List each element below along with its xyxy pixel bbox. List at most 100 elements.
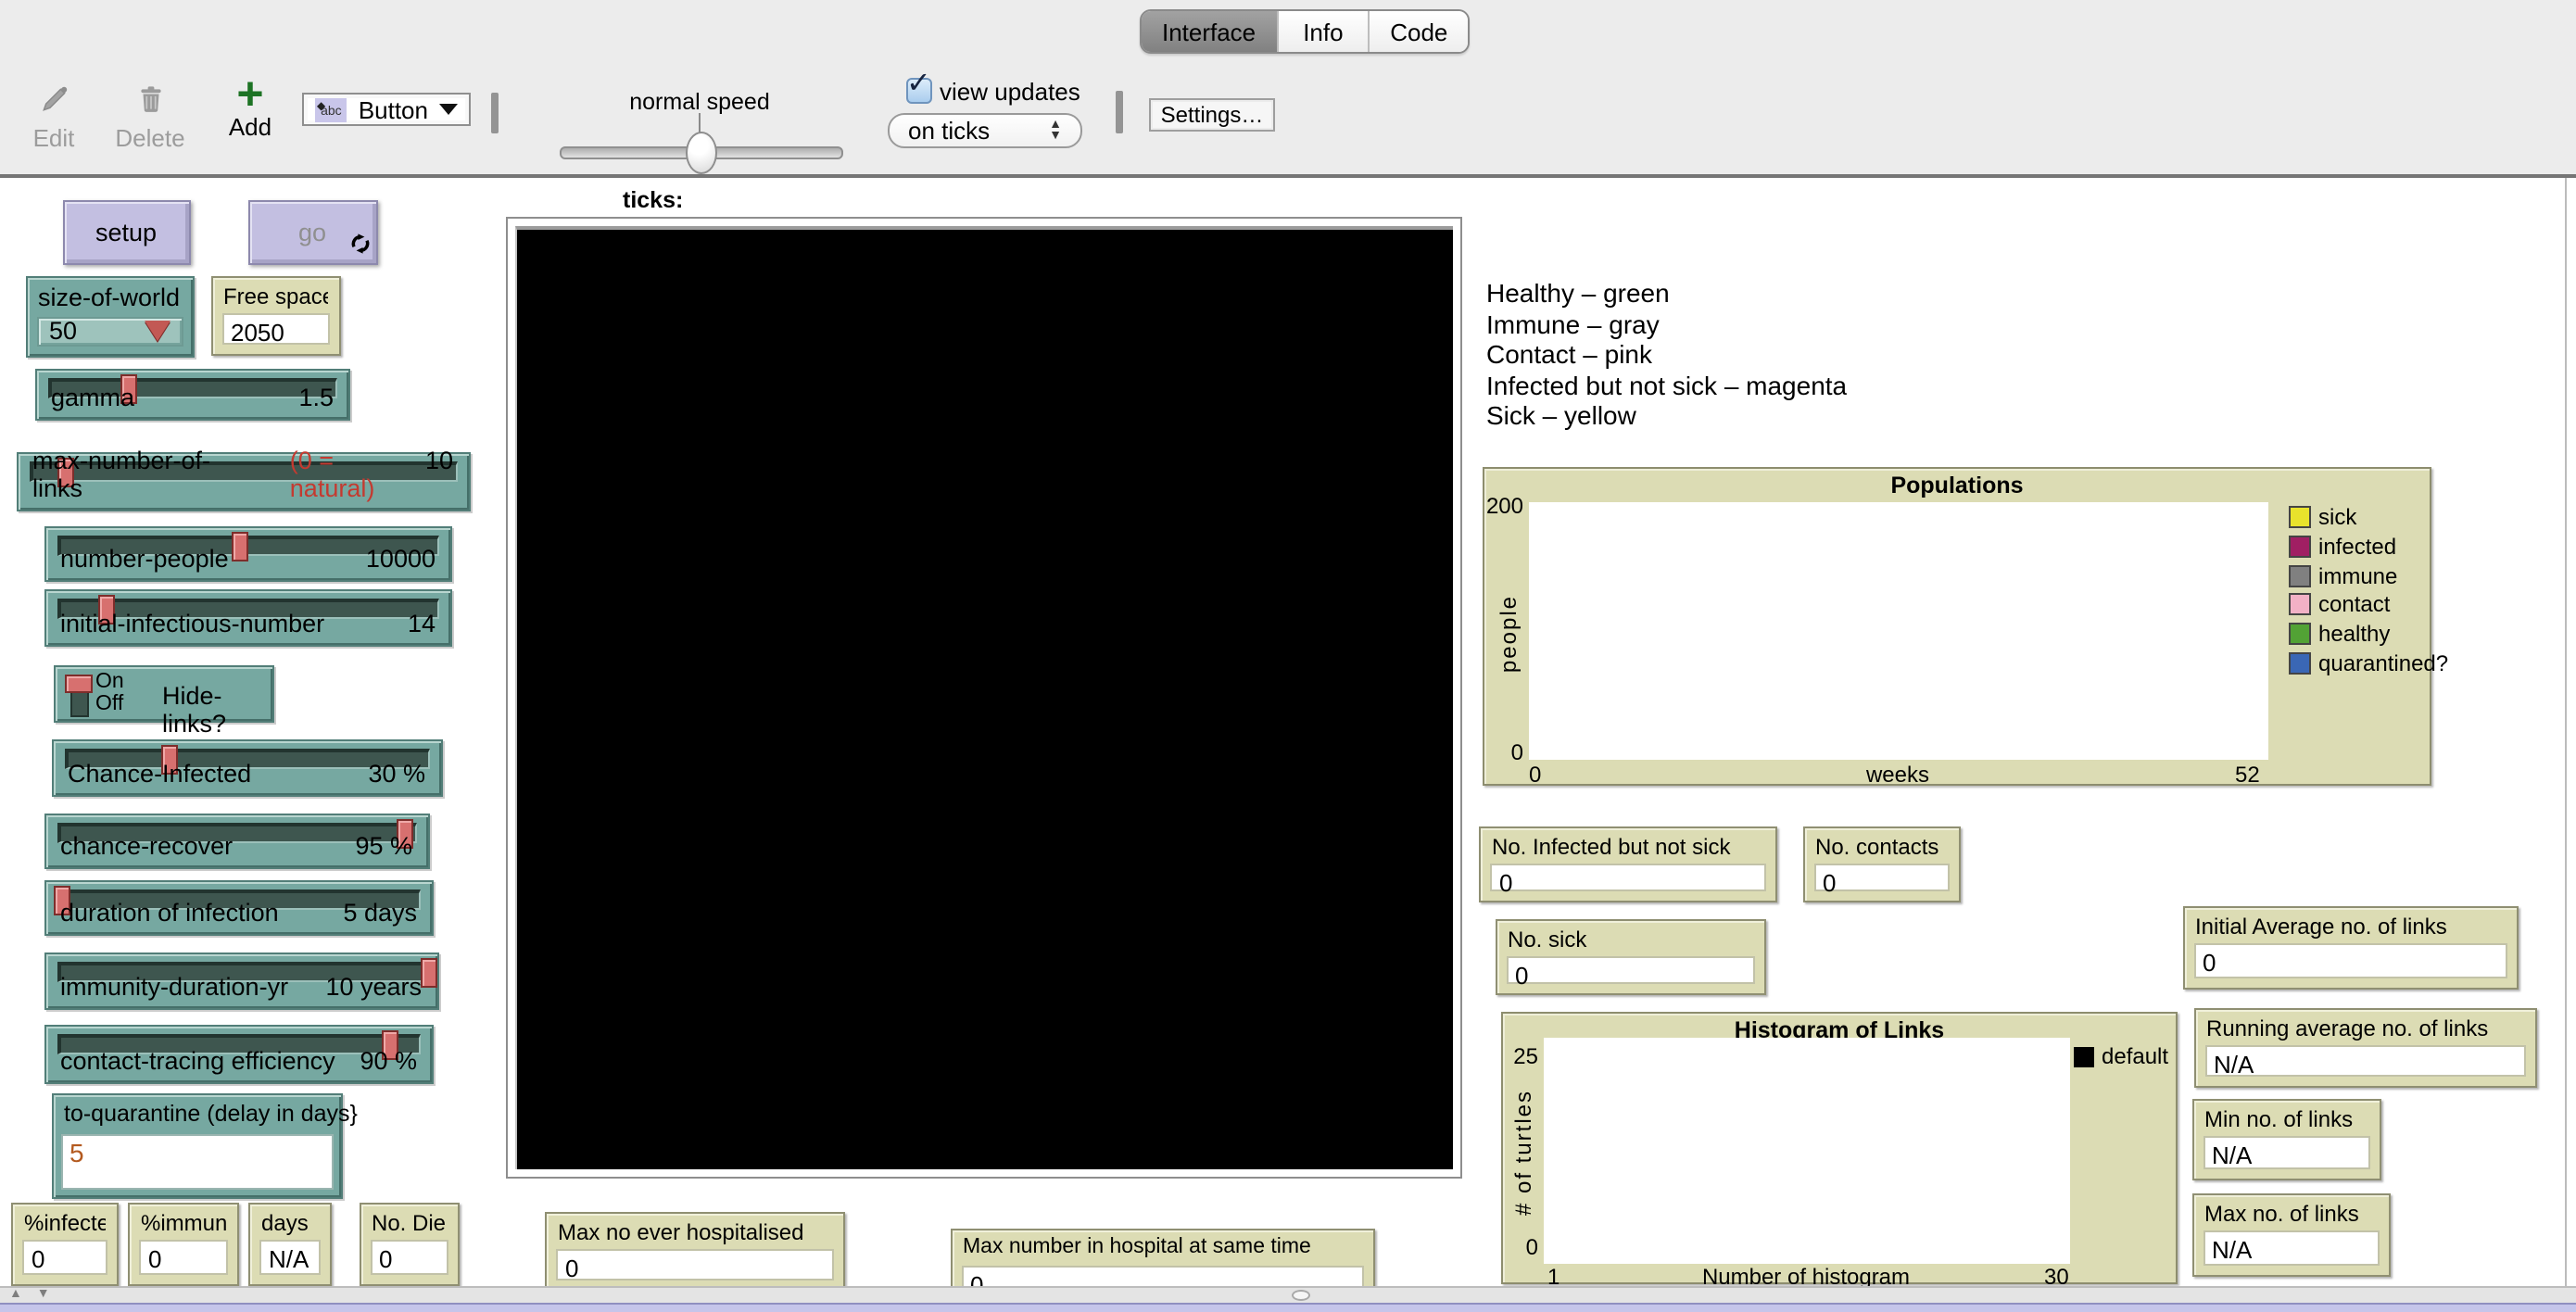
tab-bar: Interface Info Code xyxy=(1140,9,1470,54)
initial-infectious-number-slider[interactable]: initial-infectious-number 14 xyxy=(44,588,452,646)
y-axis-label: # of turtles xyxy=(1510,1089,1536,1217)
populations-plot: Populations 200 0 people 0 weeks 52 sick… xyxy=(1483,467,2448,788)
slider-label: gamma xyxy=(51,384,135,411)
horizontal-scrollbar[interactable]: ▲ ▼ xyxy=(0,1286,2576,1303)
slider-label: initial-infectious-number xyxy=(60,609,325,637)
input-field[interactable]: 5 xyxy=(60,1134,334,1189)
netlogo-interface: Edit Delete + Add ◆ abc Button normal spe… xyxy=(0,0,2576,1312)
ticks-label: ticks: xyxy=(623,187,684,213)
pct-immune-monitor: %immune0 xyxy=(128,1202,239,1285)
scroll-arrows-icon[interactable]: ▲ ▼ xyxy=(9,1288,56,1301)
legend-item-infected: infected xyxy=(2289,534,2396,560)
slider-value: 30 % xyxy=(368,760,425,788)
slider-note: (0 = natural) xyxy=(289,447,375,502)
button-widget-icon: ◆ abc xyxy=(315,97,347,121)
slider-value: 95 % xyxy=(355,832,412,860)
up-down-arrows-icon: ▲ ▼ xyxy=(1049,118,1062,142)
max-number-of-links-slider[interactable]: max-number-of-links (0 = natural) 10 xyxy=(16,447,470,511)
switch-off-label: Off xyxy=(95,692,124,714)
tab-info[interactable]: Info xyxy=(1276,11,1369,52)
forever-icon xyxy=(349,231,370,259)
max-ever-hospitalised-monitor: Max no ever hospitalised 0 xyxy=(545,1211,845,1291)
y-min-label: 0 xyxy=(1510,739,1523,765)
histogram-of-links-plot: Histogram of Links 25 0 # of turtles 1 N… xyxy=(1501,1012,2178,1290)
no-died-monitor: No. Died0 xyxy=(359,1202,459,1285)
speed-slider-thumb[interactable] xyxy=(686,132,717,174)
delete-button[interactable]: Delete xyxy=(111,83,189,152)
chooser-label: size-of-world xyxy=(38,283,181,310)
y-max-label: 25 xyxy=(1513,1043,1538,1069)
toolbar-separator-2 xyxy=(1116,91,1123,133)
color-key-note: Healthy – green Immune – gray Contact – … xyxy=(1486,278,2153,432)
go-button[interactable]: go xyxy=(247,199,377,264)
vertical-scrollbar-edge xyxy=(2565,178,2567,1288)
slider-value: 1.5 xyxy=(298,384,334,411)
chance-infected-slider[interactable]: Chance-Infected 30 % xyxy=(51,739,442,797)
initial-avg-links-monitor: Initial Average no. of links 0 xyxy=(2182,906,2519,989)
legend-line: Sick – yellow xyxy=(1486,400,1636,431)
no-contacts-monitor: No. contacts 0 xyxy=(1802,826,1960,902)
slider-value: 14 xyxy=(407,609,436,637)
view-updates-checkbox[interactable]: ✓ xyxy=(906,69,932,104)
legend-swatch xyxy=(2289,535,2311,558)
immunity-duration-slider[interactable]: immunity-duration-yr 10 years xyxy=(44,952,438,1010)
trash-icon xyxy=(134,86,166,122)
input-label: to-quarantine (delay in days} xyxy=(64,1101,358,1127)
chance-recover-slider[interactable]: chance-recover 95 % xyxy=(44,814,429,869)
delete-label: Delete xyxy=(115,124,185,152)
hide-links-switch[interactable]: On Off Hide-links? xyxy=(53,664,273,737)
tab-interface[interactable]: Interface xyxy=(1142,11,1277,52)
edit-button[interactable]: Edit xyxy=(26,83,82,152)
free-space-monitor: Free space 2050 xyxy=(210,275,340,356)
scrollbar-thumb[interactable] xyxy=(1292,1290,1310,1301)
slider-label: Chance-Infected xyxy=(68,760,252,788)
legend-swatch xyxy=(2289,564,2311,587)
slider-thumb[interactable] xyxy=(421,957,438,987)
chevron-down-icon xyxy=(439,104,458,115)
slider-label: number-people xyxy=(60,545,229,573)
legend-item-quarantined: quarantined? xyxy=(2289,650,2448,676)
speed-label: normal speed xyxy=(629,89,770,115)
legend-swatch xyxy=(2289,593,2311,616)
x-axis-label: weeks xyxy=(1865,762,1929,788)
world-view xyxy=(506,217,1462,1178)
tab-code[interactable]: Code xyxy=(1368,11,1468,52)
legend-swatch xyxy=(2289,652,2311,675)
widget-type-select[interactable]: ◆ abc Button xyxy=(302,93,471,126)
add-button[interactable]: + Add xyxy=(219,71,282,141)
plot-area xyxy=(1543,1037,2069,1264)
add-label: Add xyxy=(228,113,272,141)
toolbar-separator xyxy=(491,93,499,133)
slider-label: chance-recover xyxy=(60,832,234,860)
settings-button[interactable]: Settings… xyxy=(1149,98,1275,132)
switch-knob[interactable] xyxy=(64,674,92,692)
legend-swatch xyxy=(2074,1046,2094,1066)
legend-item-contact: contact xyxy=(2289,592,2390,618)
slider-value: 10000 xyxy=(365,545,436,573)
switch-on-label: On xyxy=(95,670,124,692)
legend-swatch xyxy=(2289,623,2311,646)
legend-item-immune: immune xyxy=(2289,562,2397,588)
update-mode-select[interactable]: on ticks ▲ ▼ xyxy=(888,113,1082,148)
slider-value: 10 years xyxy=(325,973,422,1001)
y-min-label: 0 xyxy=(1525,1234,1538,1260)
y-max-label: 200 xyxy=(1485,493,1523,519)
contact-tracing-slider[interactable]: contact-tracing efficiency 90 % xyxy=(44,1024,434,1084)
legend-line: Immune – gray xyxy=(1486,309,1660,339)
setup-button[interactable]: setup xyxy=(62,199,190,264)
pct-infected-monitor: %infected0 xyxy=(11,1202,118,1285)
size-of-world-chooser[interactable]: size-of-world 50 xyxy=(25,275,194,357)
dropdown-triangle-icon xyxy=(144,321,170,341)
chooser-dropdown[interactable]: 50 xyxy=(36,316,183,346)
min-links-monitor: Min no. of links N/A xyxy=(2191,1098,2381,1180)
window-scrollbar-strip[interactable] xyxy=(0,1303,2576,1312)
number-people-slider[interactable]: number-people 10000 xyxy=(44,525,452,582)
gamma-slider[interactable]: gamma 1.5 xyxy=(34,369,350,421)
pencil-icon xyxy=(38,86,69,122)
edit-label: Edit xyxy=(32,124,75,152)
switch-label: Hide-links? xyxy=(162,681,227,737)
max-links-monitor: Max no. of links N/A xyxy=(2191,1192,2391,1276)
duration-of-infection-slider[interactable]: duration of infection 5 days xyxy=(44,880,434,936)
no-sick-monitor: No. sick 0 xyxy=(1495,918,1766,994)
world-canvas xyxy=(515,226,1453,1168)
